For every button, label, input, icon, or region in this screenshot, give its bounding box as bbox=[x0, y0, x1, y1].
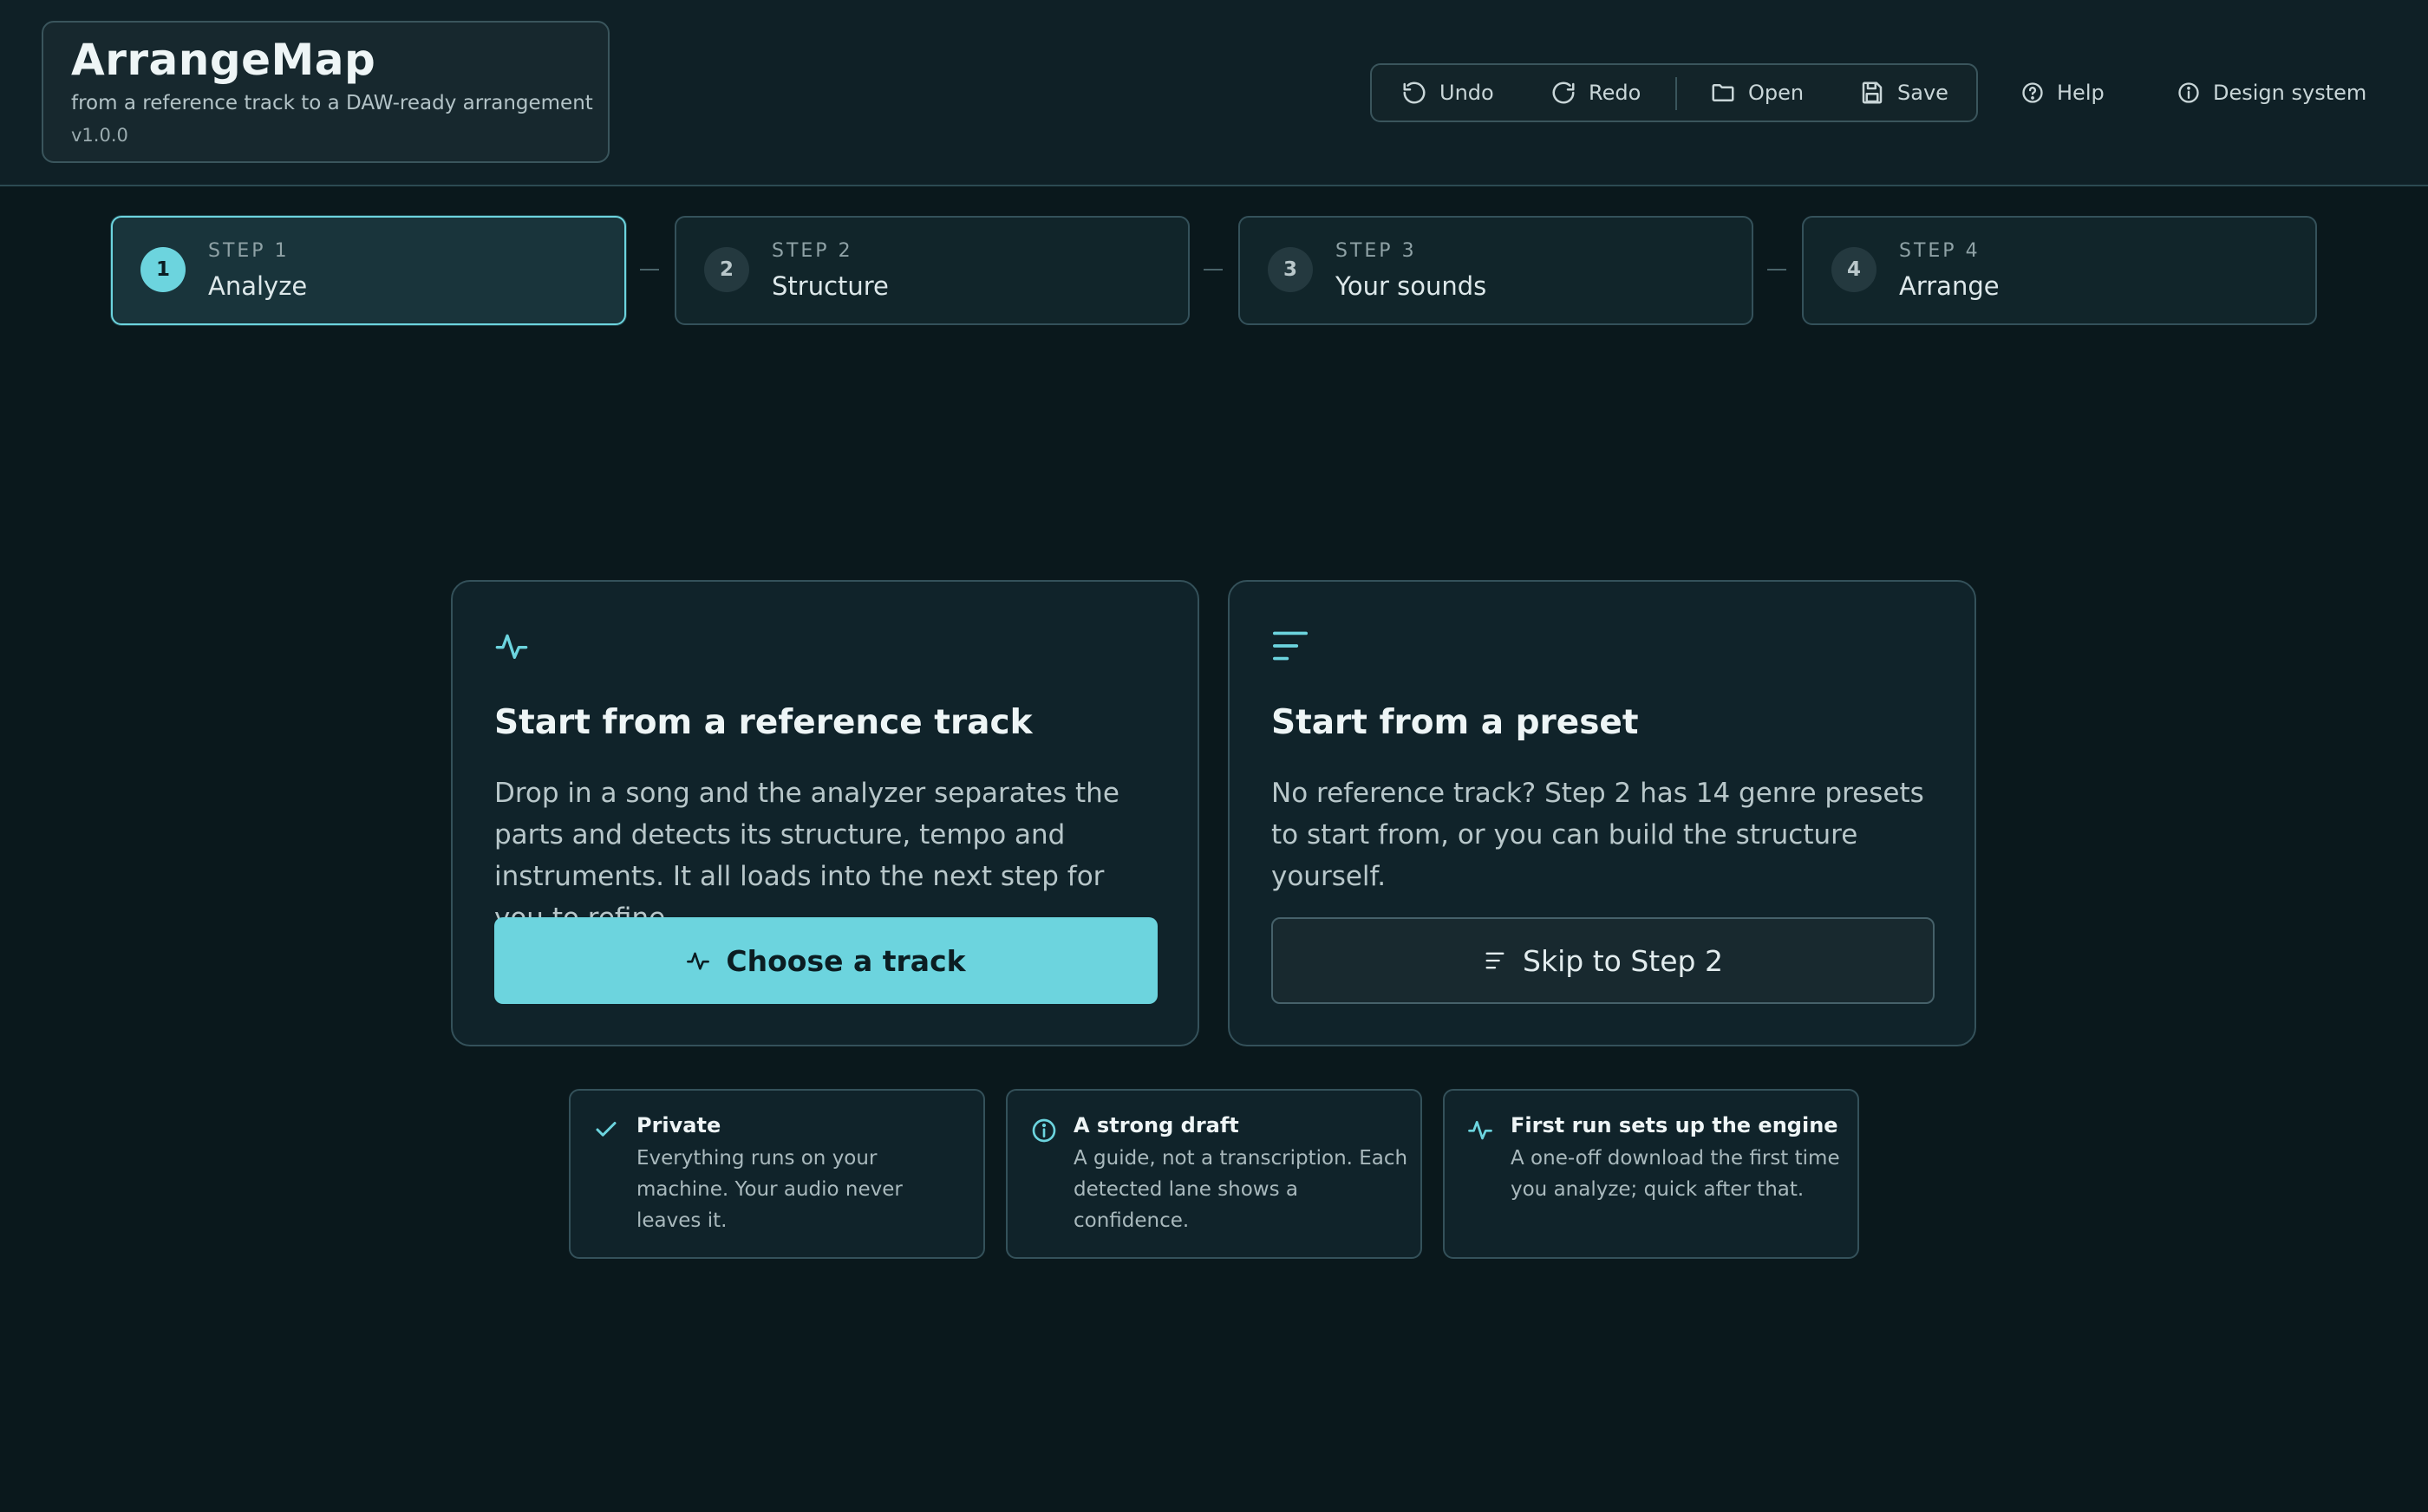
info-icon bbox=[1030, 1117, 1058, 1144]
design-system-button[interactable]: Design system bbox=[2177, 63, 2366, 122]
app-header: ArrangeMap from a reference track to a D… bbox=[0, 0, 2428, 186]
info-private: Private Everything runs on your machine.… bbox=[569, 1089, 985, 1259]
app-title: ArrangeMap bbox=[71, 35, 376, 85]
help-icon bbox=[2020, 81, 2045, 105]
step-kicker: STEP 3 bbox=[1335, 240, 1417, 262]
reference-track-card: Start from a reference track Drop in a s… bbox=[451, 580, 1199, 1046]
step-kicker: STEP 2 bbox=[772, 240, 853, 262]
card-description: Drop in a song and the analyzer separate… bbox=[494, 778, 1119, 934]
save-button[interactable]: Save bbox=[1859, 65, 1948, 121]
info-text: A one-off download the first time you an… bbox=[1511, 1147, 1840, 1201]
waveform-icon bbox=[1467, 1117, 1493, 1143]
app-version: v1.0.0 bbox=[71, 125, 128, 146]
waveform-icon bbox=[686, 948, 710, 973]
step-arrange[interactable]: 4 STEP 4 Arrange bbox=[1802, 216, 2317, 325]
info-text: Everything runs on your machine. Your au… bbox=[636, 1147, 903, 1232]
preset-card: Start from a preset No reference track? … bbox=[1228, 580, 1976, 1046]
redo-icon bbox=[1550, 80, 1576, 106]
skip-to-step-2-label: Skip to Step 2 bbox=[1523, 943, 1723, 978]
save-icon bbox=[1859, 80, 1885, 106]
info-title: Private bbox=[636, 1113, 721, 1137]
list-lines-icon bbox=[1483, 948, 1507, 973]
step-connector bbox=[1767, 269, 1786, 270]
redo-button[interactable]: Redo bbox=[1550, 65, 1641, 121]
step-title: Structure bbox=[772, 271, 889, 301]
help-label: Help bbox=[2057, 81, 2105, 105]
waveform-icon bbox=[494, 629, 529, 663]
card-title: Start from a reference track bbox=[494, 703, 1033, 742]
step-kicker: STEP 4 bbox=[1899, 240, 1981, 262]
toolbar: Undo Redo Open Save bbox=[1370, 63, 1978, 122]
info-strong-draft: A strong draft A guide, not a transcript… bbox=[1006, 1089, 1422, 1259]
step-number: 2 bbox=[704, 247, 749, 292]
undo-button[interactable]: Undo bbox=[1401, 65, 1494, 121]
card-description: No reference track? Step 2 has 14 genre … bbox=[1271, 778, 1924, 892]
folder-icon bbox=[1710, 80, 1736, 106]
brand-block: ArrangeMap from a reference track to a D… bbox=[42, 21, 610, 163]
check-icon bbox=[593, 1117, 619, 1143]
step-number: 3 bbox=[1268, 247, 1313, 292]
design-system-label: Design system bbox=[2213, 81, 2367, 105]
card-title: Start from a preset bbox=[1271, 703, 1639, 742]
save-label: Save bbox=[1897, 81, 1948, 105]
choose-track-button[interactable]: Choose a track bbox=[494, 917, 1158, 1004]
step-title: Analyze bbox=[208, 271, 308, 301]
choose-track-label: Choose a track bbox=[726, 943, 966, 978]
step-connector bbox=[640, 269, 659, 270]
info-first-run: First run sets up the engine A one-off d… bbox=[1443, 1089, 1859, 1259]
redo-label: Redo bbox=[1589, 81, 1642, 105]
skip-to-step-2-button[interactable]: Skip to Step 2 bbox=[1271, 917, 1935, 1004]
info-title: A strong draft bbox=[1074, 1113, 1239, 1137]
toolbar-divider bbox=[1675, 77, 1677, 110]
info-text: A guide, not a transcription. Each detec… bbox=[1074, 1147, 1408, 1232]
step-structure[interactable]: 2 STEP 2 Structure bbox=[675, 216, 1190, 325]
open-button[interactable]: Open bbox=[1710, 65, 1804, 121]
step-number: 4 bbox=[1831, 247, 1876, 292]
step-connector bbox=[1204, 269, 1223, 270]
step-your-sounds[interactable]: 3 STEP 3 Your sounds bbox=[1238, 216, 1753, 325]
app-tagline: from a reference track to a DAW-ready ar… bbox=[71, 92, 593, 114]
list-lines-icon bbox=[1271, 629, 1309, 663]
step-title: Arrange bbox=[1899, 271, 2000, 301]
step-analyze[interactable]: 1 STEP 1 Analyze bbox=[111, 216, 626, 325]
info-circle-icon bbox=[2177, 81, 2201, 105]
help-button[interactable]: Help bbox=[2020, 63, 2105, 122]
step-title: Your sounds bbox=[1335, 271, 1487, 301]
open-label: Open bbox=[1748, 81, 1805, 105]
info-title: First run sets up the engine bbox=[1511, 1113, 1838, 1137]
undo-label: Undo bbox=[1439, 81, 1494, 105]
step-number: 1 bbox=[140, 247, 186, 292]
step-kicker: STEP 1 bbox=[208, 240, 290, 262]
undo-icon bbox=[1401, 80, 1427, 106]
